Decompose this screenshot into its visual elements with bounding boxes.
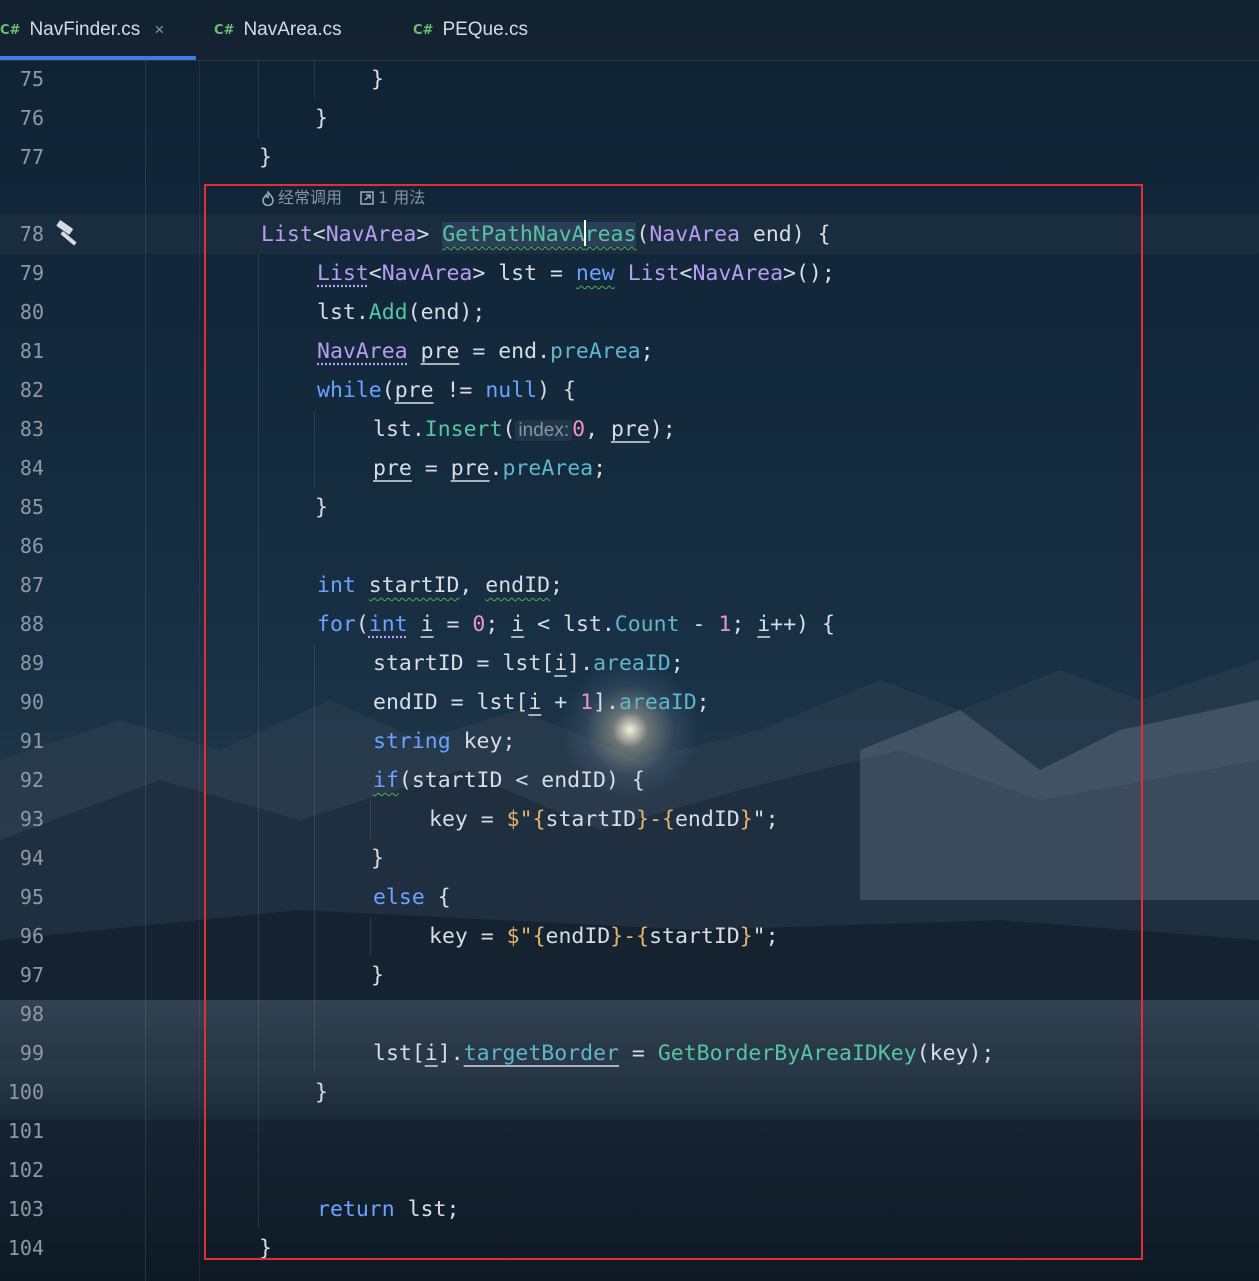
line-number[interactable]: 84 [0,449,44,488]
line-number[interactable]: 99 [0,1034,44,1073]
line-number[interactable]: 102 [0,1151,44,1190]
line-number[interactable]: 93 [0,800,44,839]
line-number[interactable]: 101 [0,1112,44,1151]
line-number[interactable]: 79 [0,254,44,293]
code-line-75[interactable]: } [371,60,384,99]
line-number[interactable]: 98 [0,995,44,1034]
line-number[interactable]: 75 [0,60,44,99]
line-number[interactable]: 90 [0,683,44,722]
highlight-annotation-box [204,184,1143,1260]
line-number[interactable]: 82 [0,371,44,410]
line-number[interactable]: 77 [0,138,44,177]
line-number[interactable]: 78 [0,215,44,254]
line-number[interactable]: 104 [0,1229,44,1268]
editor-tab-bar: C# NavFinder.cs × C# NavArea.cs C# PEQue… [0,0,1259,61]
tab-peque[interactable]: C# PEQue.cs [413,0,528,60]
line-number[interactable]: 87 [0,566,44,605]
csharp-file-icon: C# [0,22,21,38]
line-number[interactable]: 103 [0,1190,44,1229]
tab-navfinder[interactable]: C# NavFinder.cs × [0,0,164,60]
line-number[interactable]: 86 [0,527,44,566]
tab-label: NavFinder.cs [29,19,141,40]
line-number[interactable]: 97 [0,956,44,995]
csharp-file-icon: C# [214,22,235,38]
code-line-76[interactable]: } [315,99,328,138]
line-number[interactable]: 76 [0,99,44,138]
line-number[interactable]: 96 [0,917,44,956]
line-number[interactable]: 83 [0,410,44,449]
close-icon[interactable]: × [154,20,164,40]
tab-navarea[interactable]: C# NavArea.cs [214,0,342,60]
indent-guide [258,60,259,138]
hammer-icon[interactable] [54,219,84,249]
code-line-77[interactable]: } [259,138,272,177]
line-number[interactable]: 89 [0,644,44,683]
line-number[interactable]: 91 [0,722,44,761]
line-number[interactable]: 95 [0,878,44,917]
line-number[interactable]: 85 [0,488,44,527]
line-number[interactable]: 94 [0,839,44,878]
gutter-separator [145,60,146,1281]
line-number[interactable]: 81 [0,332,44,371]
line-number[interactable]: 88 [0,605,44,644]
indent-guide [314,60,315,99]
tab-label: PEQue.cs [442,19,528,40]
line-number[interactable]: 80 [0,293,44,332]
csharp-file-icon: C# [413,22,434,38]
line-number[interactable]: 92 [0,761,44,800]
fold-gutter-separator [199,60,200,1281]
tab-label: NavArea.cs [243,19,342,40]
line-number[interactable]: 100 [0,1073,44,1112]
